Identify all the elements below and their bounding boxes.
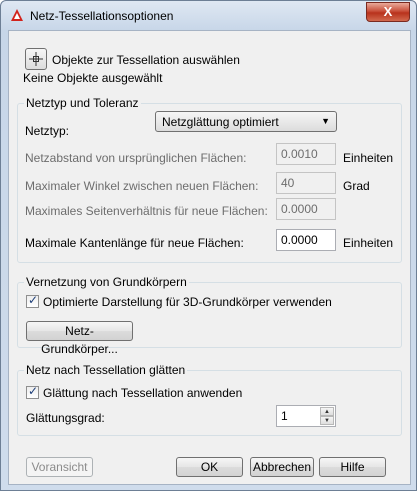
mesh-type-label: Netztyp: (25, 124, 70, 138)
apply-smoothing-checkbox[interactable]: ✓ (26, 384, 39, 399)
group-title-primitives: Vernetzung von Grundkörpern (24, 275, 189, 289)
group-smoothing (17, 370, 402, 436)
optimize-primitives-checkbox[interactable]: ✓ (26, 293, 39, 308)
checkmark-icon: ✓ (28, 293, 39, 307)
cancel-button[interactable]: Abbrechen (250, 457, 314, 477)
distance-unit: Einheiten (343, 151, 394, 165)
distance-label: Netzabstand von ursprünglichen Flächen: (25, 151, 247, 165)
chevron-down-icon: ▼ (321, 116, 330, 126)
angle-label: Maximaler Winkel zwischen neuen Flächen: (25, 179, 259, 193)
smoothing-degree-spinner[interactable]: 1 ▲ ▼ (276, 405, 336, 427)
smoothing-degree-value: 1 (281, 409, 288, 423)
edge-length-label: Maximale Kantenlänge für neue Flächen: (25, 236, 244, 250)
group-title-smoothing: Netz nach Tessellation glätten (24, 363, 188, 377)
aspect-ratio-label: Maximales Seitenverhältnis für neue Fläc… (25, 204, 268, 218)
edge-length-unit: Einheiten (343, 236, 394, 250)
pick-cursor-icon (29, 52, 43, 66)
preview-button: Voransicht (26, 457, 93, 477)
distance-field: 0.0010 (276, 143, 336, 165)
close-button[interactable]: X (366, 2, 410, 22)
help-button[interactable]: Hilfe (319, 457, 386, 477)
edge-length-field[interactable]: 0.0000 (276, 229, 336, 251)
autocad-app-icon (11, 9, 23, 21)
dialog-window: Netz-Tessellationsoptionen X Objekte zur… (0, 0, 417, 491)
checkmark-icon: ✓ (28, 384, 39, 398)
spin-down-icon[interactable]: ▼ (320, 416, 334, 425)
select-objects-button[interactable] (25, 48, 47, 70)
title-bar[interactable]: Netz-Tessellationsoptionen X (1, 1, 416, 29)
mesh-type-dropdown[interactable]: Netzglättung optimiert ▼ (155, 111, 337, 132)
angle-unit: Grad (343, 179, 370, 193)
mesh-type-value: Netzglättung optimiert (162, 115, 279, 129)
select-objects-label[interactable]: Objekte zur Tessellation auswählen (52, 53, 240, 67)
ok-button[interactable]: OK (176, 457, 243, 477)
group-title-mesh-type: Netztyp und Toleranz (24, 96, 141, 110)
apply-smoothing-label[interactable]: Glättung nach Tessellation anwenden (43, 386, 242, 400)
selection-status: Keine Objekte ausgewählt (23, 71, 163, 85)
optimize-primitives-label[interactable]: Optimierte Darstellung für 3D-Grundkörpe… (43, 295, 332, 309)
aspect-ratio-field: 0.0000 (276, 198, 336, 220)
angle-field: 40 (276, 172, 336, 194)
spin-up-icon[interactable]: ▲ (320, 407, 334, 416)
window-title: Netz-Tessellationsoptionen (30, 9, 174, 23)
dialog-client-area: Objekte zur Tessellation auswählen Keine… (8, 30, 411, 485)
smoothing-degree-label: Glättungsgrad: (26, 411, 105, 425)
mesh-primitives-button[interactable]: Netz-Grundkörper... (26, 321, 133, 356)
